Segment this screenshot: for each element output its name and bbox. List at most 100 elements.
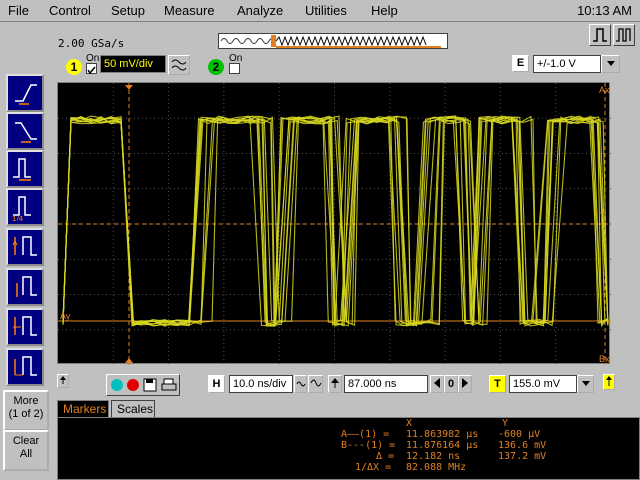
readout-row-a-x: 11.863982 µs bbox=[406, 429, 479, 440]
svg-text:1/4: 1/4 bbox=[12, 215, 24, 221]
trigger-level-arrow-button[interactable] bbox=[603, 374, 615, 390]
trigger-level-label: T bbox=[599, 211, 605, 221]
overview-waveform-icon bbox=[220, 35, 441, 48]
clear-all-button[interactable]: Clear All bbox=[3, 430, 49, 471]
left-toolbar: 1/4 More (1 of 2) Clear All bbox=[0, 22, 52, 480]
state-icon bbox=[16, 276, 37, 297]
run-button[interactable] bbox=[613, 24, 635, 46]
delay-right-button[interactable] bbox=[458, 375, 472, 393]
readout-row-b-y: 136.6 mV bbox=[498, 440, 547, 451]
menu-analyze[interactable]: Analyze bbox=[237, 3, 283, 18]
readout-row-b-x: 11.876164 µs bbox=[406, 440, 479, 451]
horizontal-delay-field[interactable]: 87.000 ns bbox=[344, 375, 428, 393]
arrow-up-icon bbox=[606, 376, 612, 386]
chevron-down-icon bbox=[606, 61, 615, 66]
pattern-icon bbox=[12, 236, 37, 256]
glitch-trigger-button[interactable]: 1/4 bbox=[6, 188, 44, 226]
channel2-badge[interactable]: 2 bbox=[208, 59, 224, 75]
state-trigger-button[interactable] bbox=[6, 268, 44, 306]
channel1-on-checkbox[interactable] bbox=[86, 63, 97, 75]
single-button[interactable] bbox=[589, 24, 611, 46]
wave-adjust-icon bbox=[171, 59, 187, 71]
marker-a-top-arrow bbox=[125, 85, 133, 90]
falling-edge-trigger-button[interactable] bbox=[6, 112, 44, 150]
waveform-overview[interactable] bbox=[218, 33, 448, 49]
rising-edge-trigger-button[interactable] bbox=[6, 74, 44, 112]
trigger-mode-dropdown[interactable] bbox=[601, 55, 620, 73]
pulse-width-icon bbox=[13, 158, 31, 181]
more-button-page: (1 of 2) bbox=[8, 408, 44, 420]
trigger-mode-field[interactable]: +/-1.0 V bbox=[533, 55, 601, 73]
display-mode-group bbox=[106, 374, 180, 396]
trigger-t-button[interactable]: T bbox=[489, 375, 506, 393]
wave-large-icon bbox=[310, 379, 321, 387]
trigger-level-dropdown[interactable] bbox=[577, 375, 594, 393]
horizontal-scale-down-button[interactable] bbox=[294, 375, 307, 393]
clear-all-label-line2: All bbox=[19, 448, 33, 460]
scope-display[interactable]: Ax Bx Ay T bbox=[57, 82, 611, 365]
channel1-scale-field[interactable]: 50 mV/div bbox=[100, 55, 166, 73]
chevron-down-icon bbox=[581, 381, 590, 386]
readout-row-delta-label: Δ = bbox=[376, 451, 395, 462]
menu-help[interactable]: Help bbox=[371, 3, 398, 18]
more-button[interactable]: More (1 of 2) bbox=[3, 390, 49, 431]
trigger-level-field[interactable]: 155.0 mV bbox=[509, 375, 577, 393]
readout-row-b-label: B---(1) = bbox=[341, 440, 396, 451]
more-button-label: More bbox=[13, 395, 39, 407]
delay-arrow-button[interactable] bbox=[328, 375, 342, 393]
marker-a-label: Ax bbox=[599, 85, 610, 95]
readout-row-freq-label: 1/ΔX = bbox=[355, 462, 392, 473]
arrow-right-icon bbox=[462, 378, 468, 388]
waveform-plot: Ax Bx Ay T bbox=[58, 83, 611, 365]
readout-col-y: Y bbox=[502, 418, 509, 429]
pattern-trigger-button[interactable] bbox=[6, 228, 44, 266]
readout-row-delta-x: 12.182 ns bbox=[406, 451, 461, 462]
readout-col-x: X bbox=[406, 418, 413, 429]
menu-utilities[interactable]: Utilities bbox=[305, 3, 347, 18]
record-icon[interactable] bbox=[127, 379, 139, 391]
arrow-up-icon bbox=[60, 376, 66, 384]
timeout-trigger-button[interactable] bbox=[6, 348, 44, 386]
rising-edge-icon bbox=[15, 84, 37, 105]
trigger-mode-e-button[interactable]: E bbox=[512, 55, 529, 72]
arrow-up-icon bbox=[331, 378, 339, 388]
menu-bar: File Control Setup Measure Analyze Utili… bbox=[0, 0, 640, 22]
arrow-left-icon bbox=[434, 378, 440, 388]
menu-measure[interactable]: Measure bbox=[164, 3, 215, 18]
glitch-icon: 1/4 bbox=[12, 196, 31, 221]
sample-rate: 2.00 GSa/s bbox=[58, 37, 125, 50]
menu-setup[interactable]: Setup bbox=[111, 3, 145, 18]
tab-markers[interactable]: Markers bbox=[57, 400, 109, 418]
clock: 10:13 AM bbox=[577, 3, 632, 18]
marker-b-label: Bx bbox=[599, 354, 610, 364]
delay-zero-button[interactable]: 0 bbox=[444, 375, 458, 393]
readout-row-a-y: -600 µV bbox=[498, 429, 541, 440]
horizontal-scale-field[interactable]: 10.0 ns/div bbox=[229, 375, 293, 393]
color-grade-icon[interactable] bbox=[111, 379, 123, 391]
falling-edge-icon bbox=[15, 122, 37, 143]
channel1-scale-adjust-button[interactable] bbox=[168, 55, 190, 75]
menu-control[interactable]: Control bbox=[49, 3, 91, 18]
save-icon[interactable] bbox=[143, 378, 157, 392]
clear-all-label-line1: Clear bbox=[12, 435, 40, 447]
delay-icon bbox=[13, 316, 37, 336]
run-icon bbox=[616, 28, 631, 42]
delay-left-button[interactable] bbox=[430, 375, 444, 393]
tab-scales[interactable]: Scales bbox=[111, 400, 155, 418]
single-shot-icon bbox=[593, 28, 607, 42]
timeout-icon bbox=[14, 356, 37, 376]
scroll-up-button[interactable] bbox=[57, 374, 69, 388]
markers-readout: X Y A——(1) = 11.863982 µs -600 µV B---(1… bbox=[57, 417, 640, 480]
horizontal-h-button[interactable]: H bbox=[208, 375, 225, 393]
channel2-on-checkbox[interactable] bbox=[229, 63, 240, 74]
horizontal-scale-up-button[interactable] bbox=[308, 375, 323, 393]
channel1-badge[interactable]: 1 bbox=[66, 59, 82, 75]
checkmark-icon bbox=[87, 66, 96, 75]
pulse-width-trigger-button[interactable] bbox=[6, 150, 44, 188]
menu-file[interactable]: File bbox=[8, 3, 29, 18]
print-icon[interactable] bbox=[161, 378, 177, 392]
readout-row-a-label: A——(1) = bbox=[341, 429, 390, 440]
readout-row-delta-y: 137.2 mV bbox=[498, 451, 547, 462]
delay-trigger-button[interactable] bbox=[6, 308, 44, 346]
waveform-trace bbox=[62, 115, 609, 327]
